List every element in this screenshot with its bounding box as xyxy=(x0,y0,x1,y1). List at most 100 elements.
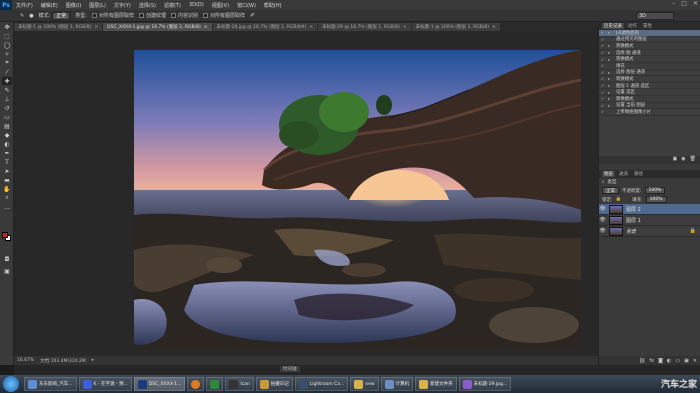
extra-tools-icon[interactable]: … xyxy=(2,203,12,211)
tab-channels[interactable]: 通道 xyxy=(617,171,630,177)
layer-name[interactable]: 图层 1 xyxy=(626,217,641,224)
close-icon[interactable]: × xyxy=(403,25,407,30)
taskbar-item[interactable]: Lightroom Ca... xyxy=(294,377,349,391)
taskbar-item-active[interactable]: DSC_XXXX-1... xyxy=(133,377,186,391)
sample-all-layers-checkbox[interactable] xyxy=(203,13,209,18)
close-icon[interactable]: × xyxy=(94,25,98,30)
close-icon[interactable]: ✕ xyxy=(693,0,698,7)
new-snapshot-icon[interactable]: ▣ xyxy=(673,156,678,164)
quick-select-tool-icon[interactable]: ✧ xyxy=(2,50,12,58)
close-icon[interactable]: × xyxy=(492,25,496,30)
close-icon[interactable]: × xyxy=(204,25,208,30)
eyedropper-tool-icon[interactable]: ⁄ xyxy=(2,68,12,76)
type-tool-icon[interactable]: T xyxy=(2,158,12,166)
eraser-tool-icon[interactable]: ▭ xyxy=(2,113,12,121)
maximize-icon[interactable]: □ xyxy=(681,0,687,7)
document-image[interactable] xyxy=(134,50,581,349)
menu-type[interactable]: 文字(Y) xyxy=(110,2,135,9)
mode-select[interactable]: 正常 xyxy=(52,11,71,20)
path-select-tool-icon[interactable]: ➤ xyxy=(2,167,12,175)
menu-layer[interactable]: 图层(L) xyxy=(85,2,110,9)
history-item[interactable]: ✓ ▸ LR调色后的 xyxy=(599,30,700,37)
taskbar-item[interactable]: 东东影响_汽车... xyxy=(24,377,77,391)
filter-search-icon[interactable]: ⌕ xyxy=(602,179,605,185)
marquee-tool-icon[interactable]: ⬚ xyxy=(2,32,12,40)
menu-filter[interactable]: 滤镜(T) xyxy=(160,2,185,9)
create-texture-option[interactable]: 创建纹理 xyxy=(138,12,166,19)
menu-view[interactable]: 视图(V) xyxy=(208,2,233,9)
healing-tool-icon[interactable]: ✚ xyxy=(2,77,12,85)
eye-icon[interactable]: 👁 xyxy=(599,206,606,212)
taskbar-item[interactable]: 拍摄日记 xyxy=(255,377,293,391)
workspace-select[interactable]: 3D xyxy=(636,12,674,20)
brush-tool-icon[interactable]: ✎ xyxy=(2,86,12,94)
tab-properties[interactable]: 属性 xyxy=(641,23,654,29)
menu-select[interactable]: 选择(S) xyxy=(135,2,160,9)
layer-row[interactable]: 👁 图层 1 xyxy=(599,215,700,226)
menu-help[interactable]: 帮助(H) xyxy=(260,2,286,9)
taskbar-item[interactable]: 未标题-29.jpg... xyxy=(458,377,512,391)
start-button[interactable] xyxy=(3,376,19,392)
close-icon[interactable]: × xyxy=(309,25,313,30)
doc-tab[interactable]: 未标题-1 @ 100% (图层 1, RGB/8) × xyxy=(14,23,103,31)
history-item[interactable]: ✓ ▸ 选择 图层 通道 xyxy=(599,70,700,77)
foreground-color-swatch[interactable] xyxy=(2,232,8,238)
link-icon[interactable]: ⛓ xyxy=(639,358,645,364)
taskbar-item[interactable]: K - 在字源 - 预... xyxy=(78,377,132,391)
history-item[interactable]: ✓ ▸ 转换模式 xyxy=(599,76,700,83)
menu-image[interactable]: 图像(I) xyxy=(62,2,85,9)
doc-tab[interactable]: 未标题-29 @ 16.7% (图层 1, RGB/8) × xyxy=(318,23,411,31)
layer-row[interactable]: 👁 图层 2 xyxy=(599,204,700,215)
lasso-tool-icon[interactable]: ◯ xyxy=(2,41,12,49)
taskbar-item[interactable]: Ican xyxy=(225,377,254,391)
fill-field[interactable]: 100% xyxy=(645,196,667,203)
layer-row[interactable]: 👁 背景 🔒 xyxy=(599,226,700,237)
history-brush-tool-icon[interactable]: ↺ xyxy=(2,104,12,112)
fx-icon[interactable]: fx xyxy=(649,358,654,364)
history-item[interactable]: ✓ ▸ 设置 选区 xyxy=(599,89,700,96)
taskbar-item[interactable]: 计算机 xyxy=(380,377,414,391)
layer-name[interactable]: 背景 xyxy=(626,228,636,235)
taskbar-item[interactable]: 新建文件夹 xyxy=(415,377,457,391)
menu-3d[interactable]: 3D(D) xyxy=(185,2,208,8)
history-item[interactable]: ✓ 填充 xyxy=(599,63,700,70)
zoom-tool-icon[interactable]: ⌕ xyxy=(2,194,12,202)
content-aware-option[interactable]: 内容识别 xyxy=(171,12,198,19)
blend-mode-select[interactable]: 正常 xyxy=(602,187,619,194)
new-layer-icon[interactable]: ▣ xyxy=(684,358,689,364)
gradient-tool-icon[interactable]: ▤ xyxy=(2,122,12,130)
folder-icon[interactable]: ▭ xyxy=(675,358,680,364)
trash-icon[interactable]: ✕ xyxy=(693,358,697,364)
quick-mask-icon[interactable]: ◘ xyxy=(2,255,12,263)
menu-file[interactable]: 文件(F) xyxy=(12,2,37,9)
status-arrow-icon[interactable]: ▸ xyxy=(92,358,94,363)
doc-tab[interactable]: 未标题-1 @ 100% (图层 1, RGB/8) × xyxy=(411,23,500,31)
blur-tool-icon[interactable]: ◆ xyxy=(2,131,12,139)
history-item[interactable]: ✓ ▸ 选择 图 通道 xyxy=(599,50,700,57)
hand-tool-icon[interactable]: ✋ xyxy=(2,185,12,193)
history-item[interactable]: ✓ ▸ 图层 1 通道 选区 xyxy=(599,83,700,90)
tab-history[interactable]: 历史记录 xyxy=(602,23,624,29)
history-item[interactable]: ✓ ▸ 转换模式 xyxy=(599,56,700,63)
move-tool-icon[interactable]: ✥ xyxy=(2,23,12,31)
history-item[interactable]: ✓ ▸ 转换模式 xyxy=(599,43,700,50)
zoom-readout[interactable]: 16.67% xyxy=(17,358,34,363)
taskbar-item[interactable]: new xyxy=(350,377,379,391)
taskbar-item[interactable] xyxy=(206,377,224,391)
tab-paths[interactable]: 路径 xyxy=(632,171,645,177)
eye-icon[interactable]: 👁 xyxy=(599,217,606,223)
sample-all-layers-option[interactable]: 对所有图层取样 xyxy=(203,12,245,19)
clone-stamp-tool-icon[interactable]: ⊥ xyxy=(2,95,12,103)
doc-tab[interactable]: 未标题-29.jpg @ 16.7% (图层 2, RGB/8#) × xyxy=(212,23,318,31)
tab-layers[interactable]: 图层 xyxy=(602,171,615,177)
menu-edit[interactable]: 编辑(E) xyxy=(37,2,62,9)
minimize-icon[interactable]: – xyxy=(672,0,675,7)
shape-tool-icon[interactable]: ▬ xyxy=(2,176,12,184)
menu-window[interactable]: 窗口(W) xyxy=(233,2,260,9)
tab-actions[interactable]: 动作 xyxy=(626,23,639,29)
trash-icon[interactable]: 🗑 xyxy=(690,156,696,164)
lock-icon[interactable]: 🔒 xyxy=(616,197,622,202)
screen-mode-icon[interactable]: ▣ xyxy=(2,267,12,275)
sample-all-option[interactable]: 对所有图层取样 xyxy=(91,12,134,19)
brush-size-picker[interactable]: ● xyxy=(29,13,33,19)
